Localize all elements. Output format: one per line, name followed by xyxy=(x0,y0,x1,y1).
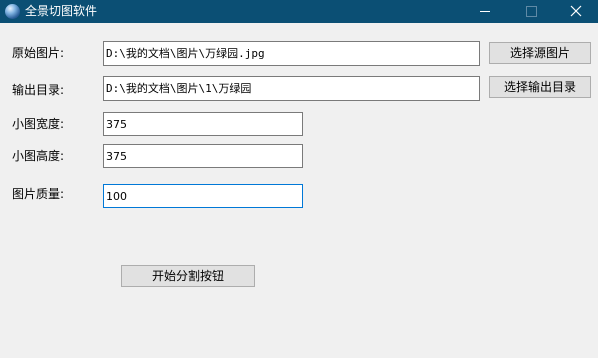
output-dir-label: 输出目录: xyxy=(12,83,65,97)
tile-width-input[interactable]: 375 xyxy=(103,112,303,136)
image-quality-input[interactable]: 100 xyxy=(103,184,303,208)
close-icon xyxy=(570,5,582,17)
output-dir-input[interactable]: D:\我的文档\图片\1\万绿园 xyxy=(103,76,480,101)
title-bar[interactable]: 全景切图软件 xyxy=(0,0,598,23)
tile-height-label: 小图高度: xyxy=(12,149,65,163)
source-image-input[interactable]: D:\我的文档\图片\万绿园.jpg xyxy=(103,41,480,66)
tile-width-label: 小图宽度: xyxy=(12,117,65,131)
source-image-label: 原始图片: xyxy=(12,46,65,60)
tile-height-input[interactable]: 375 xyxy=(103,144,303,168)
image-quality-label: 图片质量: xyxy=(12,187,65,201)
window-title: 全景切图软件 xyxy=(25,4,98,18)
start-split-button[interactable]: 开始分割按钮 xyxy=(121,265,255,287)
select-source-button[interactable]: 选择源图片 xyxy=(489,42,591,64)
select-output-button[interactable]: 选择输出目录 xyxy=(489,76,591,98)
minimize-button[interactable] xyxy=(462,0,508,23)
minimize-icon xyxy=(480,11,490,12)
close-button[interactable] xyxy=(552,0,598,23)
maximize-button[interactable] xyxy=(508,0,554,23)
maximize-icon xyxy=(526,6,537,17)
globe-icon xyxy=(5,4,20,19)
